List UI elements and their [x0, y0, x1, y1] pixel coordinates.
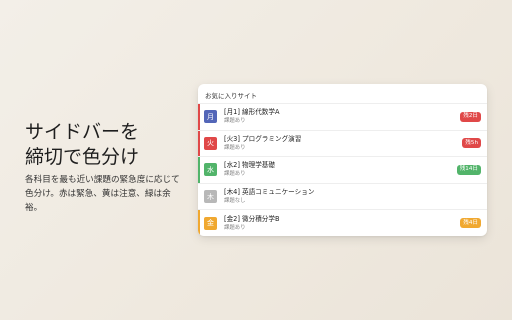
site-info: [月1] 線形代数学A 課題あり	[224, 108, 280, 125]
favorite-sites-panel: お気に入りサイト 月 [月1] 線形代数学A 課題あり 残2日火 [火3] プログラミン…	[198, 84, 487, 236]
urgency-stripe	[198, 104, 200, 130]
headline-line-1: サイドバーを	[25, 121, 140, 143]
site-row[interactable]: 木 [木4] 英語コミュニケーション 課題なし	[198, 182, 487, 210]
assignment-status: 課題あり	[224, 171, 246, 178]
deadline-badge: 残4日	[460, 218, 481, 229]
site-row[interactable]: 水 [水2] 物理学基礎 課題あり 残14日	[198, 156, 487, 183]
day-icon: 水	[204, 163, 217, 177]
site-info: [金2] 微分積分学B 課題あり	[224, 215, 280, 232]
site-info: [木4] 英語コミュニケーション 課題なし	[224, 188, 314, 205]
course-name[interactable]: [水2] 物理学基礎	[224, 161, 275, 170]
day-icon: 火	[204, 136, 217, 150]
assignment-status: 課題なし	[224, 198, 246, 205]
urgency-stripe	[198, 210, 200, 236]
course-name[interactable]: [木4] 英語コミュニケーション	[224, 188, 314, 197]
deadline-badge: 残14日	[456, 164, 481, 175]
urgency-stripe	[198, 183, 200, 210]
day-icon: 金	[204, 216, 217, 230]
site-list: 月 [月1] 線形代数学A 課題あり 残2日火 [火3] プログラミング演習 課題あり 残5…	[198, 103, 487, 236]
deadline-badge: 残5h	[462, 138, 481, 149]
headline-line-2: 締切で色分け	[25, 146, 140, 168]
course-name[interactable]: [金2] 微分積分学B	[224, 215, 280, 224]
site-info: [水2] 物理学基礎 課題あり	[224, 161, 275, 178]
day-icon: 木	[204, 190, 217, 204]
day-icon: 月	[204, 110, 217, 124]
site-row[interactable]: 金 [金2] 微分積分学B 課題あり 残4日	[198, 209, 487, 236]
urgency-stripe	[198, 157, 200, 183]
assignment-status: 課題あり	[224, 144, 246, 151]
urgency-stripe	[198, 130, 200, 157]
assignment-status: 課題あり	[224, 118, 246, 125]
site-row[interactable]: 月 [月1] 線形代数学A 課題あり 残2日	[198, 103, 487, 130]
description: 各科目を最も近い課題の緊急度に応じて色分け。赤は緊急、黄は注意、緑は余裕。	[25, 175, 180, 213]
site-info: [火3] プログラミング演習 課題あり	[224, 135, 301, 152]
course-name[interactable]: [火3] プログラミング演習	[224, 135, 301, 144]
assignment-status: 課題あり	[224, 224, 246, 231]
site-row[interactable]: 火 [火3] プログラミング演習 課題あり 残5h	[198, 129, 487, 157]
course-name[interactable]: [月1] 線形代数学A	[224, 108, 280, 117]
deadline-badge: 残2日	[460, 111, 481, 122]
headline: サイドバーを 締切で色分け	[25, 120, 139, 170]
panel-title: お気に入りサイト	[205, 92, 257, 100]
